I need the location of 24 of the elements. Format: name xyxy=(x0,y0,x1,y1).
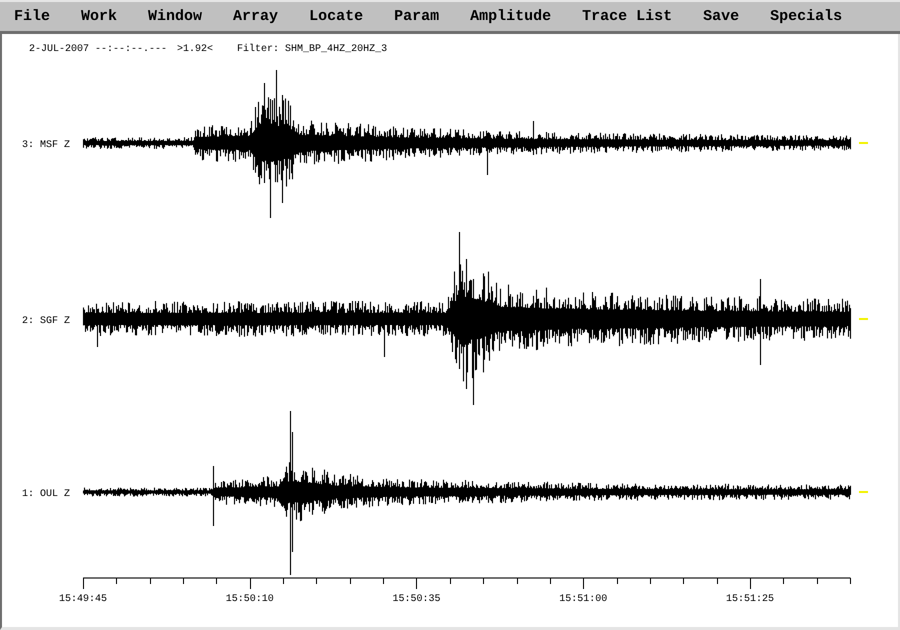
scale-text: >1.92< xyxy=(177,45,214,55)
date-time-text: 2-JUL-2007 --:--:--.--- xyxy=(29,45,168,55)
tick-label: 15:51:00 xyxy=(559,594,608,605)
tick-label: 15:49:45 xyxy=(59,594,107,605)
trace-marker-icon xyxy=(859,318,868,320)
trace-marker-icon xyxy=(859,142,868,144)
menu-item[interactable]: Param xyxy=(394,9,440,24)
trace-label: 1: OUL Z xyxy=(22,489,70,500)
menu-item[interactable]: Specials xyxy=(770,9,842,24)
menu-item[interactable]: Locate xyxy=(309,9,364,24)
menu-item[interactable]: Amplitude xyxy=(470,9,552,24)
menu-item[interactable]: Trace List xyxy=(582,9,672,24)
trace-label: 2: SGF Z xyxy=(22,316,70,327)
menu-item[interactable]: Array xyxy=(233,9,278,24)
trace-label: 3: MSF Z xyxy=(22,140,70,151)
menu-item[interactable]: Work xyxy=(81,9,118,24)
tick-label: 15:51:25 xyxy=(726,594,774,605)
tick-label: 15:50:35 xyxy=(392,594,440,605)
menu-item[interactable]: Save xyxy=(703,9,740,24)
filter-text: Filter: SHM_BP_4HZ_20HZ_3 xyxy=(237,45,388,55)
tick-label: 15:50:10 xyxy=(226,594,274,605)
trace-marker-icon xyxy=(859,491,868,493)
menu-item[interactable]: File xyxy=(14,9,50,24)
menu-item[interactable]: Window xyxy=(148,9,202,24)
